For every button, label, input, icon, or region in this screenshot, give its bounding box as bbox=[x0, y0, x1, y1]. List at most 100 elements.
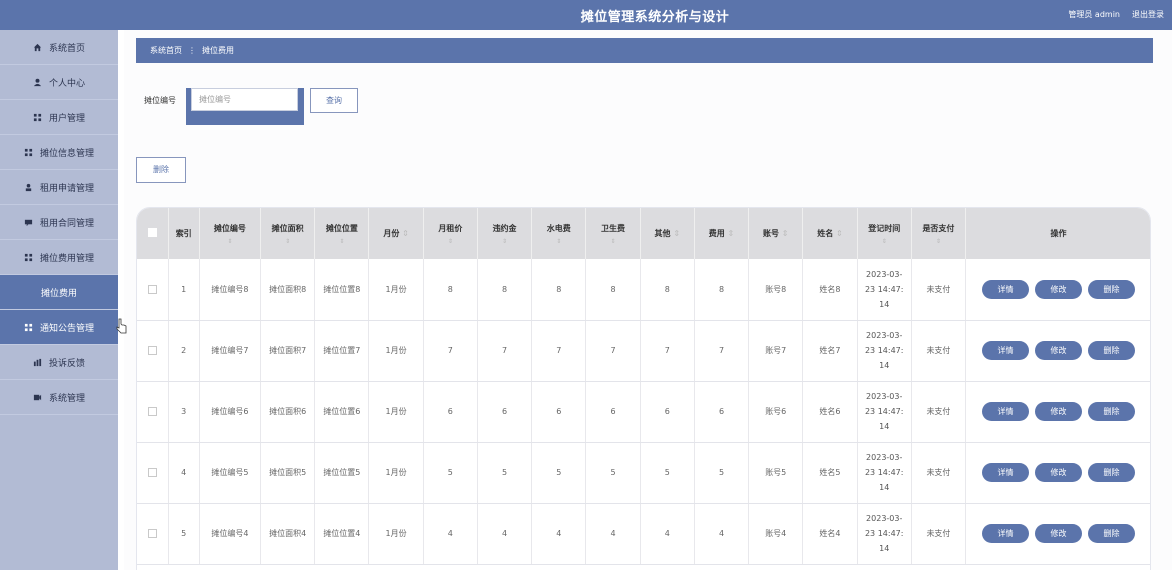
sidebar-item-label: 摊位信息管理 bbox=[39, 148, 94, 159]
table-cell-paid: 未支付 bbox=[911, 259, 967, 321]
table-header-row: 索引 摊位编号 ⇕ 摊位面积 ⇕ 摊位位置 ⇕ 月份 ⇕ 月租价 ⇕ 违约金 ⇕ 水电费 ⇕… bbox=[137, 208, 1150, 259]
sort-icon[interactable]: ⇕ bbox=[315, 238, 368, 245]
column-header[interactable]: 登记时间 ⇕ bbox=[857, 208, 912, 259]
column-header[interactable]: 摊位面积 ⇕ bbox=[260, 208, 316, 259]
table-cell-actions: 详情 修改 删除 bbox=[965, 442, 1150, 504]
select-all-cell[interactable] bbox=[137, 208, 169, 259]
column-header[interactable]: 卫生费 ⇕ bbox=[585, 208, 641, 259]
column-header[interactable]: 月份 ⇕ bbox=[368, 208, 424, 259]
table-cell-penalty: 5 bbox=[477, 442, 533, 504]
detail-button[interactable]: 详情 bbox=[982, 341, 1030, 360]
sort-icon[interactable]: ⇕ bbox=[261, 238, 314, 245]
delete-button[interactable]: 删除 bbox=[1088, 402, 1136, 421]
sort-icon[interactable]: ⇕ bbox=[424, 238, 477, 245]
row-select-cell[interactable] bbox=[137, 503, 169, 565]
table-cell-hygiene: 4 bbox=[585, 503, 641, 565]
sidebar-item-stall-info[interactable]: 摊位信息管理 bbox=[0, 135, 118, 170]
table-cell-penalty: 6 bbox=[477, 381, 533, 443]
edit-button[interactable]: 修改 bbox=[1035, 279, 1083, 299]
table-cell-code: 摊位编号6 bbox=[199, 381, 262, 443]
row-select-cell[interactable] bbox=[137, 320, 169, 382]
delete-button[interactable]: 删除 bbox=[1088, 463, 1136, 482]
data-table: 索引 摊位编号 ⇕ 摊位面积 ⇕ 摊位位置 ⇕ 月份 ⇕ 月租价 ⇕ 违约金 ⇕ 水电费 ⇕… bbox=[136, 207, 1151, 570]
column-header[interactable]: 其他 ⇕ bbox=[640, 208, 695, 259]
detail-button[interactable]: 详情 bbox=[982, 279, 1030, 299]
edit-button[interactable]: 修改 bbox=[1035, 463, 1083, 482]
batch-delete-button[interactable]: 删除 bbox=[136, 157, 186, 183]
sidebar-item-users[interactable]: 用户管理 bbox=[0, 100, 118, 135]
sidebar-item-label: 系统管理 bbox=[48, 393, 85, 404]
sort-icon[interactable]: ⇕ bbox=[478, 238, 531, 245]
sort-icon[interactable]: ⇕ bbox=[858, 238, 911, 245]
row-checkbox[interactable] bbox=[147, 407, 157, 416]
mouse-cursor-icon bbox=[116, 318, 128, 337]
sidebar-item-feedback[interactable]: 投诉反馈 bbox=[0, 345, 118, 380]
table-cell-other: 4 bbox=[640, 503, 695, 565]
table-cell-month: 1月份 bbox=[368, 442, 424, 504]
sidebar-item-rental-contract[interactable]: 租用合同管理 bbox=[0, 205, 118, 240]
detail-button[interactable]: 详情 bbox=[982, 463, 1030, 482]
detail-button[interactable]: 详情 bbox=[982, 402, 1030, 421]
column-header[interactable]: 费用 ⇕ bbox=[694, 208, 750, 259]
chart-icon bbox=[33, 357, 43, 367]
delete-button[interactable]: 删除 bbox=[1088, 279, 1136, 299]
table-cell-location: 摊位位置4 bbox=[314, 503, 370, 565]
edit-button[interactable]: 修改 bbox=[1035, 402, 1083, 421]
sidebar-item-system[interactable]: 系统管理 bbox=[0, 380, 118, 415]
sidebar-item-stall-fee[interactable]: 摊位费用 bbox=[0, 275, 118, 310]
table-cell-time: 2023-03- 23 14:47: 14 bbox=[857, 259, 912, 321]
table-cell-rent: 6 bbox=[423, 381, 478, 443]
chat-icon bbox=[24, 217, 34, 227]
table-cell-area: 摊位面积8 bbox=[260, 259, 316, 321]
sidebar-item-rental-apply[interactable]: 租用申请管理 bbox=[0, 170, 118, 205]
row-select-cell[interactable] bbox=[137, 442, 169, 504]
row-checkbox[interactable] bbox=[147, 468, 157, 477]
table-cell-hygiene: 8 bbox=[585, 259, 641, 321]
main-content: 系统首页 ⋮ 摊位费用 摊位编号 摊位编号 查询 删除 索引 摊位编号 ⇕ 摊位面… bbox=[124, 30, 1172, 570]
sort-icon[interactable]: ⇕ bbox=[532, 238, 585, 245]
row-checkbox[interactable] bbox=[147, 284, 157, 294]
sort-icon[interactable]: ⇕ bbox=[200, 238, 260, 245]
row-checkbox[interactable] bbox=[147, 529, 157, 538]
sort-icon[interactable]: ⇕ bbox=[586, 238, 639, 245]
column-header[interactable]: 摊位位置 ⇕ bbox=[314, 208, 370, 259]
row-select-cell[interactable] bbox=[137, 381, 169, 443]
table-cell-area: 摊位面积4 bbox=[260, 503, 316, 565]
column-header[interactable]: 姓名 ⇕ bbox=[802, 208, 858, 259]
edit-button[interactable]: 修改 bbox=[1035, 524, 1083, 543]
column-header[interactable]: 月租价 ⇕ bbox=[423, 208, 478, 259]
row-select-cell[interactable] bbox=[137, 259, 169, 321]
table-cell-account: 账号7 bbox=[748, 320, 804, 382]
table-cell-code: 摊位编号7 bbox=[199, 320, 262, 382]
sidebar: 系统首页 个人中心 用户管理 摊位信息管理 租用申请管理 租用合同管理 摊位费用… bbox=[0, 30, 118, 570]
column-header[interactable]: 水电费 ⇕ bbox=[531, 208, 587, 259]
search-input[interactable]: 摊位编号 bbox=[191, 88, 298, 111]
delete-button[interactable]: 删除 bbox=[1088, 341, 1136, 360]
column-header[interactable]: 摊位编号 ⇕ bbox=[199, 208, 262, 259]
column-header[interactable]: 违约金 ⇕ bbox=[477, 208, 533, 259]
sidebar-item-stall-fee-mgmt[interactable]: 摊位费用管理 bbox=[0, 240, 118, 275]
table-cell-index: 5 bbox=[168, 503, 200, 565]
column-header[interactable]: 是否支付 ⇕ bbox=[911, 208, 967, 259]
select-all-checkbox[interactable] bbox=[147, 228, 157, 237]
breadcrumb-home[interactable]: 系统首页 bbox=[150, 45, 182, 56]
search-button[interactable]: 查询 bbox=[310, 88, 358, 113]
current-user: 管理员 admin bbox=[1068, 10, 1120, 19]
table-cell-fee: 6 bbox=[694, 381, 750, 443]
row-checkbox[interactable] bbox=[147, 346, 157, 355]
user-icon bbox=[33, 77, 43, 87]
person-icon bbox=[24, 182, 34, 192]
column-header[interactable]: 账号 ⇕ bbox=[748, 208, 804, 259]
detail-button[interactable]: 详情 bbox=[982, 524, 1030, 543]
edit-button[interactable]: 修改 bbox=[1035, 341, 1083, 360]
sort-icon[interactable]: ⇕ bbox=[912, 238, 965, 245]
sidebar-item-home[interactable]: 系统首页 bbox=[0, 30, 118, 65]
logout-link[interactable]: 退出登录 bbox=[1132, 9, 1164, 20]
table-cell-location: 摊位位置6 bbox=[314, 381, 370, 443]
delete-button[interactable]: 删除 bbox=[1088, 524, 1136, 543]
table-cell-area: 摊位面积6 bbox=[260, 381, 316, 443]
table-cell-other: 8 bbox=[640, 259, 695, 321]
sidebar-item-notice[interactable]: 通知公告管理 bbox=[0, 310, 118, 345]
table-cell-other: 7 bbox=[640, 320, 695, 382]
sidebar-item-profile[interactable]: 个人中心 bbox=[0, 65, 118, 100]
